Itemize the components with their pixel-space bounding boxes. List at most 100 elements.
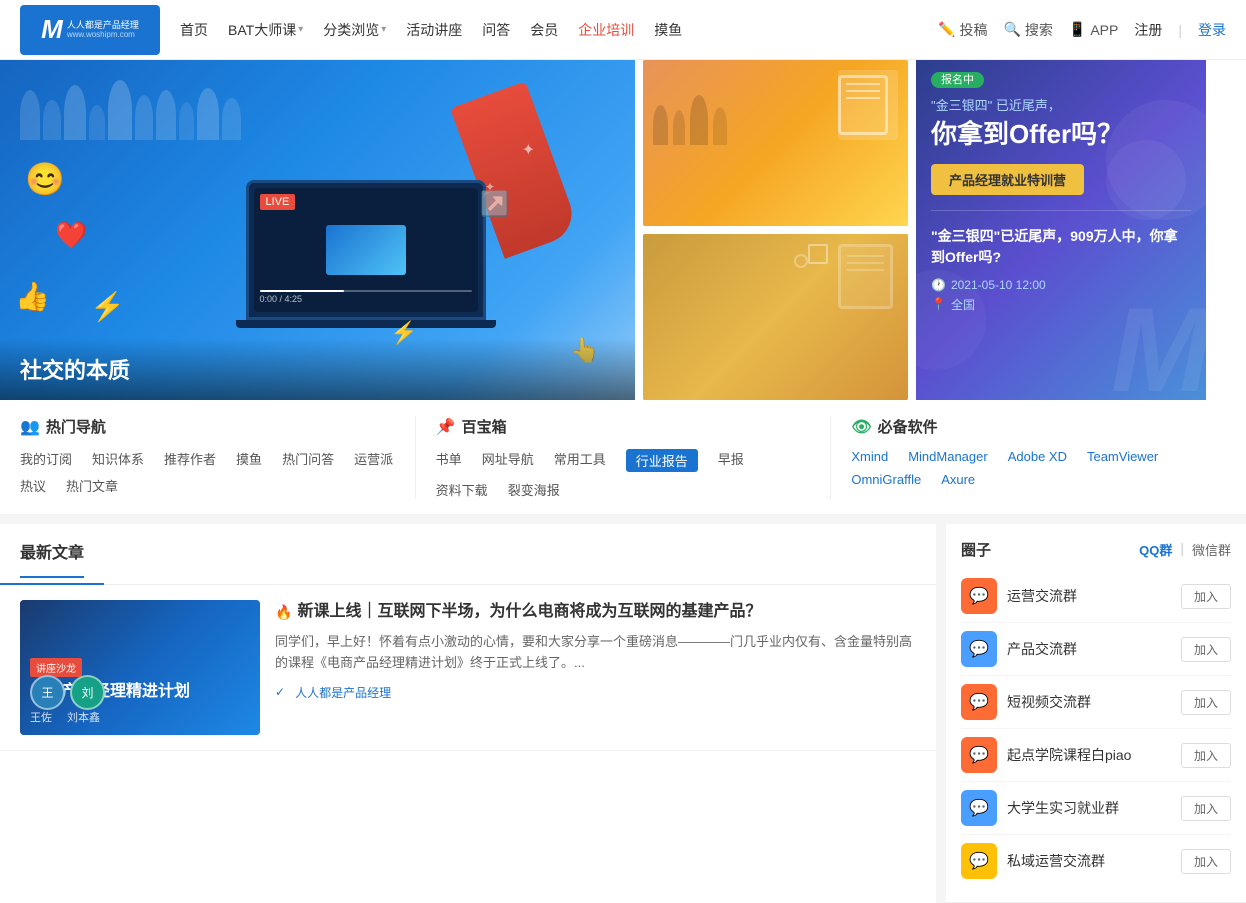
hot-nav-link-moyu[interactable]: 摸鱼 bbox=[236, 449, 262, 468]
promo-desc-title: "金三银四"已近尾声，909万人中，你拿到Offer吗? bbox=[931, 226, 1191, 268]
register-link[interactable]: 注册 bbox=[1134, 20, 1162, 40]
group-icon-private: 💬 bbox=[961, 843, 997, 879]
main-content: 最新文章 讲座沙龙 电商产品经理精进计划 王佐 刘本鑫 王 刘 bbox=[0, 524, 936, 903]
hot-nav-link-yunying[interactable]: 运营派 bbox=[354, 449, 393, 468]
post-action[interactable]: ✏️ 投稿 bbox=[938, 20, 987, 40]
article-info: 🔥 新课上线｜互联网下半场，为什么电商将成为互联网的基建产品？ 同学们，早上好！… bbox=[275, 600, 916, 735]
article-title[interactable]: 🔥 新课上线｜互联网下半场，为什么电商将成为互联网的基建产品？ bbox=[275, 600, 916, 624]
article-author-name[interactable]: 人人都是产品经理 bbox=[295, 684, 391, 701]
hot-nav-link-knowledge[interactable]: 知识体系 bbox=[92, 449, 144, 468]
app-action[interactable]: 📱 APP bbox=[1069, 21, 1118, 38]
login-link[interactable]: 登录 bbox=[1198, 20, 1226, 40]
group-join-2[interactable]: 加入 bbox=[1181, 690, 1231, 715]
group-name-3: 起点学院课程白piao bbox=[1007, 745, 1181, 765]
group-name-0: 运营交流群 bbox=[1007, 586, 1181, 606]
nav-home[interactable]: 首页 bbox=[180, 20, 208, 40]
logo-letter: M bbox=[41, 14, 63, 45]
search-icon: 🔍 bbox=[1003, 21, 1020, 38]
baibaoxiang-section: 📌 百宝箱 书单 网址导航 常用工具 行业报告 早报 资料下载 裂变海报 bbox=[416, 416, 832, 499]
site-logo[interactable]: M 人人都是产品经理 www.woshipm.com bbox=[20, 5, 160, 55]
group-item-5: 💬 私域运营交流群 加入 bbox=[961, 835, 1231, 887]
software-link-teamviewer[interactable]: TeamViewer bbox=[1087, 449, 1158, 464]
hot-nav-header: 👥 热门导航 bbox=[20, 416, 395, 437]
weixin-action[interactable]: 微信群 bbox=[1192, 540, 1231, 559]
main-nav: 首页 BAT大师课 ▾ 分类浏览 ▾ 活动讲座 问答 会员 企业培训 摸鱼 bbox=[180, 20, 938, 40]
main-wrapper: LIVE 0:00 / 4:25 😊 bbox=[0, 60, 1246, 514]
hot-nav-link-hotdiscuss[interactable]: 热议 bbox=[20, 476, 46, 495]
nav-events[interactable]: 活动讲座 bbox=[406, 20, 462, 40]
baibaoxiang-link-shudan[interactable]: 书单 bbox=[436, 449, 462, 472]
chat-icon-5: 💬 bbox=[969, 851, 989, 871]
banner-side-top[interactable]: 用户体验研究方法论全景图 bbox=[643, 60, 908, 226]
quanzi-section: 圈子 QQ群 | 微信群 💬 运营交流群 加入 💬 产品交流群 bbox=[946, 524, 1246, 903]
baibaoxiang-link-liebian[interactable]: 裂变海报 bbox=[508, 480, 560, 499]
baibaoxiang-link-data[interactable]: 资料下载 bbox=[436, 480, 488, 499]
thumb-author2: 刘本鑫 bbox=[67, 709, 100, 725]
quanzi-actions: QQ群 | 微信群 bbox=[1139, 540, 1231, 559]
promo-title: 你拿到Offer吗？ bbox=[916, 118, 1206, 164]
location-icon: 📍 bbox=[931, 297, 946, 311]
post-icon: ✏️ bbox=[938, 21, 955, 38]
baibaoxiang-link-wangzhi[interactable]: 网址导航 bbox=[482, 449, 534, 472]
software-link-mindmanager[interactable]: MindManager bbox=[908, 449, 988, 464]
software-link-axure[interactable]: Axure bbox=[941, 472, 975, 487]
group-name-2: 短视频交流群 bbox=[1007, 692, 1181, 712]
lightning1: ⚡ bbox=[90, 290, 125, 323]
nav-qa[interactable]: 问答 bbox=[482, 20, 510, 40]
nav-bat[interactable]: BAT大师课 ▾ bbox=[228, 20, 303, 40]
baibaoxiang-link-tools[interactable]: 常用工具 bbox=[554, 449, 606, 472]
software-link-xmind[interactable]: Xmind bbox=[851, 449, 888, 464]
article-thumbnail[interactable]: 讲座沙龙 电商产品经理精进计划 王佐 刘本鑫 王 刘 bbox=[20, 600, 260, 735]
emoji-cursor: ↗️ bbox=[480, 190, 510, 219]
hot-nav-link-authors[interactable]: 推荐作者 bbox=[164, 449, 216, 468]
group-icon-intern: 💬 bbox=[961, 790, 997, 826]
live-badge: LIVE bbox=[260, 194, 296, 210]
nav-moyu[interactable]: 摸鱼 bbox=[654, 20, 682, 40]
group-item-2: 💬 短视频交流群 加入 bbox=[961, 676, 1231, 729]
search-action[interactable]: 🔍 搜索 bbox=[1003, 20, 1052, 40]
hot-nav-link-qa[interactable]: 热门问答 bbox=[282, 449, 334, 468]
nav-category-arrow: ▾ bbox=[381, 24, 386, 35]
chat-icon-4: 💬 bbox=[969, 798, 989, 818]
group-join-1[interactable]: 加入 bbox=[1181, 637, 1231, 662]
group-join-4[interactable]: 加入 bbox=[1181, 796, 1231, 821]
banner-side-bottom[interactable]: 如何构建电商产品认知体系? bbox=[643, 234, 908, 400]
group-name-1: 产品交流群 bbox=[1007, 639, 1181, 659]
star1: ✦ bbox=[522, 140, 535, 160]
chat-icon-0: 💬 bbox=[969, 586, 989, 606]
group-item-0: 💬 运营交流群 加入 bbox=[961, 570, 1231, 623]
nav-member[interactable]: 会员 bbox=[530, 20, 558, 40]
author2-avatar: 刘 bbox=[70, 675, 105, 710]
nav-enterprise[interactable]: 企业培训 bbox=[578, 20, 634, 40]
latest-articles-title: 最新文章 bbox=[20, 539, 84, 578]
banner-main[interactable]: LIVE 0:00 / 4:25 😊 bbox=[0, 60, 635, 400]
group-name-4: 大学生实习就业群 bbox=[1007, 798, 1181, 818]
hot-nav-link-subscription[interactable]: 我的订阅 bbox=[20, 449, 72, 468]
hot-nav-section: 👥 热门导航 我的订阅 知识体系 推荐作者 摸鱼 热门问答 运营派 热议 热门文… bbox=[20, 416, 416, 499]
star2: ✦ bbox=[485, 180, 495, 194]
qq-action[interactable]: QQ群 bbox=[1139, 540, 1172, 559]
hot-nav-icon: 👥 bbox=[20, 417, 40, 437]
quanzi-header: 圈子 QQ群 | 微信群 bbox=[961, 539, 1231, 560]
software-link-omnigraffle[interactable]: OmniGraffle bbox=[851, 472, 921, 487]
promo-btn[interactable]: 产品经理就业特训营 bbox=[931, 164, 1191, 195]
hot-nav-link-hotarticles[interactable]: 热门文章 bbox=[66, 476, 118, 495]
video-time: 0:00 / 4:25 bbox=[260, 294, 472, 304]
logo-url: www.woshipm.com bbox=[67, 31, 139, 39]
banner-promo[interactable]: M 报名中 "金三银四" 已近尾声， 你拿到Offer吗？ 产品经理就业特训营 … bbox=[916, 60, 1206, 400]
thumb-authors: 王佐 刘本鑫 bbox=[30, 709, 250, 725]
baibaoxiang-link-zaobao[interactable]: 早报 bbox=[718, 449, 744, 472]
baibaoxiang-icon: 📌 bbox=[436, 417, 456, 437]
action-separator: | bbox=[1180, 540, 1184, 559]
baibaoxiang-link-industry[interactable]: 行业报告 bbox=[626, 449, 698, 472]
group-join-0[interactable]: 加入 bbox=[1181, 584, 1231, 609]
group-join-5[interactable]: 加入 bbox=[1181, 849, 1231, 874]
group-icon-product: 💬 bbox=[961, 631, 997, 667]
group-icon-qidian: 💬 bbox=[961, 737, 997, 773]
nav-category[interactable]: 分类浏览 ▾ bbox=[323, 20, 386, 40]
software-link-adobexd[interactable]: Adobe XD bbox=[1008, 449, 1067, 464]
banner-main-title: 社交的本质 bbox=[20, 353, 615, 385]
group-join-3[interactable]: 加入 bbox=[1181, 743, 1231, 768]
chat-icon-2: 💬 bbox=[969, 692, 989, 712]
clock-icon: 🕐 bbox=[931, 278, 946, 292]
